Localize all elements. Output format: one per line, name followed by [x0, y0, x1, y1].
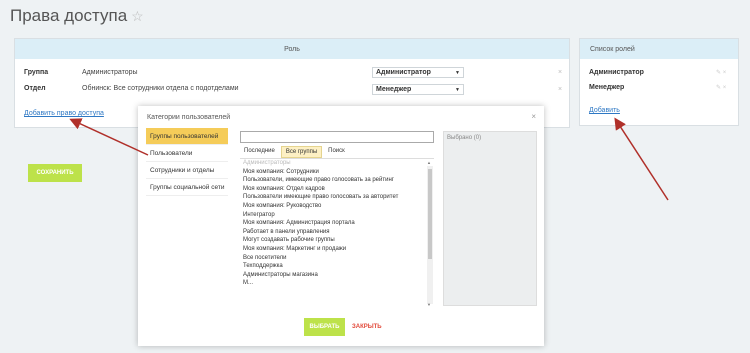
close-icon[interactable]: ×: [531, 112, 536, 121]
role-item[interactable]: Менеджер: [589, 84, 624, 91]
page-title: Права доступа ☆: [10, 6, 144, 26]
role-select[interactable]: Администратор ▼: [372, 67, 464, 78]
search-input[interactable]: [240, 131, 434, 143]
rights-row-dept: Отдел Обнинск: Все сотрудники отдела с п…: [24, 85, 239, 92]
rights-row-group: Группа Администраторы: [24, 69, 138, 76]
scrollbar[interactable]: ▲ ▼: [427, 160, 433, 307]
user-categories-dialog: Категории пользователей × Группы пользов…: [138, 106, 544, 346]
roles-header: Список ролей: [580, 39, 738, 59]
row-value: Администраторы: [82, 69, 138, 76]
scroll-thumb[interactable]: [428, 169, 432, 259]
page-title-text: Права доступа: [10, 6, 128, 25]
tab-all-groups[interactable]: Все группы: [280, 146, 323, 158]
chevron-down-icon: ▼: [455, 86, 460, 93]
tab-search[interactable]: Поиск: [324, 146, 349, 158]
row-value: Обнинск: Все сотрудники отдела с подотде…: [82, 85, 239, 92]
save-button[interactable]: СОХРАНИТЬ: [28, 164, 82, 182]
scroll-down-icon[interactable]: ▼: [427, 302, 431, 307]
category-item[interactable]: Группы пользователей: [146, 128, 228, 145]
list-item[interactable]: Администраторы магазина: [240, 271, 434, 280]
role-item[interactable]: Администратор: [589, 69, 644, 76]
list-item[interactable]: Моя компания: Маркетинг и продажи: [240, 245, 434, 254]
list-item[interactable]: М...: [240, 279, 434, 288]
category-item[interactable]: Пользователи: [146, 145, 228, 162]
close-button[interactable]: ЗАКРЫТЬ: [352, 324, 382, 330]
close-icon[interactable]: ×: [558, 69, 562, 76]
role-select[interactable]: Менеджер ▼: [372, 84, 464, 95]
category-list: Группы пользователей Пользователи Сотруд…: [146, 128, 228, 196]
row-label: Отдел: [24, 85, 46, 92]
list-item[interactable]: Моя компания: Руководство: [240, 202, 434, 211]
selected-label: Выбрано (0): [447, 135, 482, 141]
select-button[interactable]: ВЫБРАТЬ: [304, 318, 345, 336]
selected-panel: Выбрано (0): [443, 131, 537, 306]
list-item[interactable]: Моя компания: Администрация портала: [240, 219, 434, 228]
edit-icon[interactable]: ✎ ×: [716, 84, 726, 91]
list-item[interactable]: Могут создавать рабочие группы: [240, 236, 434, 245]
group-list: Администраторы Моя компания: Сотрудники …: [240, 158, 434, 304]
chevron-down-icon: ▼: [455, 69, 460, 76]
list-item[interactable]: Моя компания: Отдел кадров: [240, 185, 434, 194]
category-item[interactable]: Группы социальной сети: [146, 179, 228, 196]
list-item[interactable]: Все посетители: [240, 254, 434, 263]
list-item[interactable]: Работает в панели управления: [240, 228, 434, 237]
list-item[interactable]: Интегратор: [240, 211, 434, 220]
list-item[interactable]: Моя компания: Сотрудники: [240, 168, 434, 177]
role-select-value: Администратор: [376, 69, 431, 76]
tab-recent[interactable]: Последние: [240, 146, 279, 158]
list-item[interactable]: Пользователи, имеющие право голосовать з…: [240, 176, 434, 185]
list-item[interactable]: Техподдержка: [240, 262, 434, 271]
list-item[interactable]: Пользователи имеющие право голосовать за…: [240, 193, 434, 202]
star-icon[interactable]: ☆: [131, 8, 144, 24]
edit-icon[interactable]: ✎ ×: [716, 69, 726, 76]
row-label: Группа: [24, 69, 49, 76]
scroll-up-icon[interactable]: ▲: [427, 160, 431, 165]
annotation-arrow-right: [614, 117, 669, 201]
add-right-link[interactable]: Добавить право доступа: [24, 110, 104, 117]
dialog-title: Категории пользователей: [147, 114, 231, 121]
rights-header: Роль: [15, 39, 569, 59]
list-item[interactable]: Администраторы: [240, 159, 434, 168]
category-item[interactable]: Сотрудники и отделы: [146, 162, 228, 179]
add-role-link[interactable]: Добавить: [589, 107, 620, 114]
tabs: Последние Все группы Поиск: [240, 146, 351, 158]
close-icon[interactable]: ×: [558, 86, 562, 93]
role-select-value: Менеджер: [376, 86, 412, 93]
